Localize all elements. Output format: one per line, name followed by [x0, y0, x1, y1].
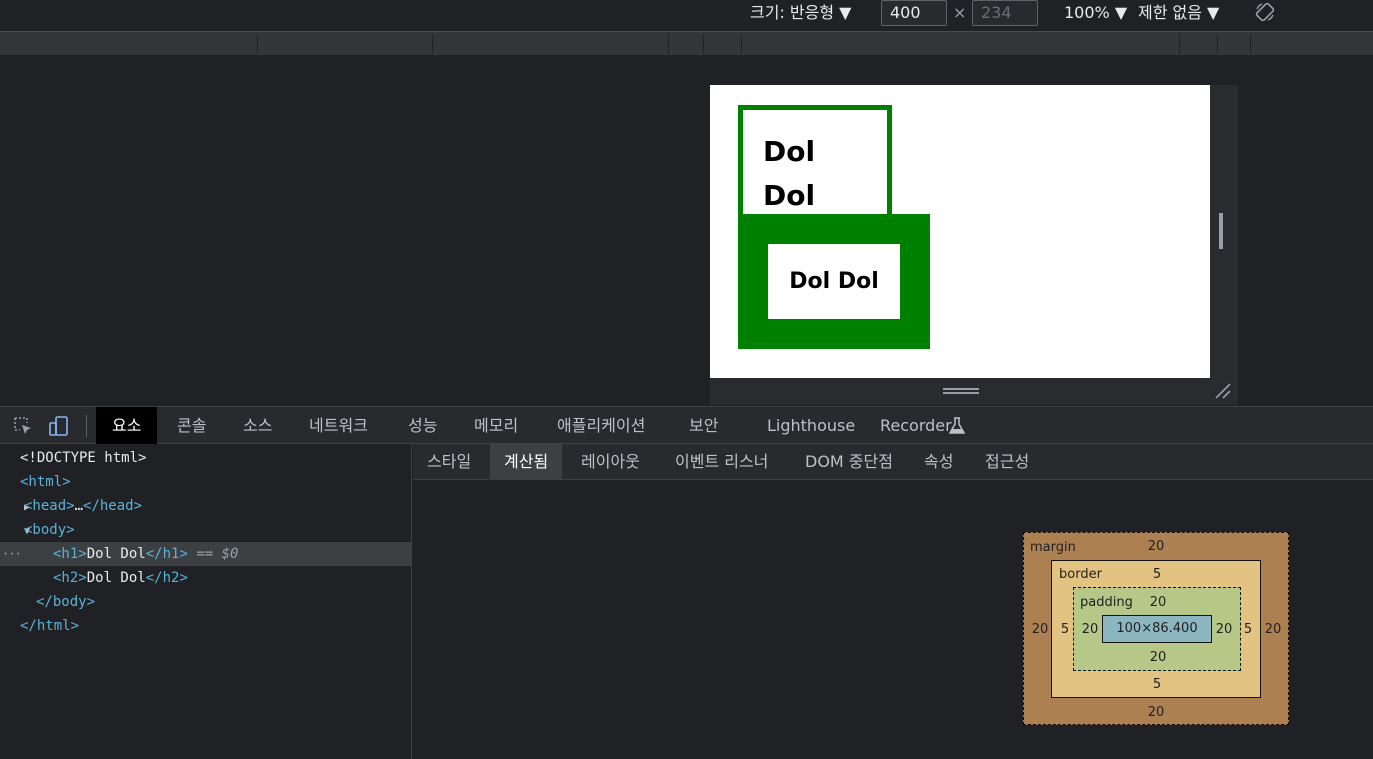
subtab-layout[interactable]: 레이아웃: [567, 444, 654, 479]
tab-lighthouse[interactable]: Lighthouse: [751, 407, 871, 444]
box-model-padding[interactable]: padding 20 20 20 20 100×86.400: [1073, 587, 1241, 671]
padding-label: padding: [1080, 595, 1133, 610]
flask-icon: [949, 417, 965, 434]
doctype-text: <!DOCTYPE html>: [20, 450, 147, 466]
subtab-computed[interactable]: 계산됨: [490, 444, 563, 479]
devtools-tab-bar: 요소 콘솔 소스 네트워크 성능 메모리 애플리케이션 보안 Lighthous…: [0, 406, 1373, 444]
device-toolbar: 크기: 반응형 ▼ 400 × 234 100% ▼ 제한 없음 ▼: [0, 0, 1373, 30]
corner-resize-icon[interactable]: [1214, 382, 1232, 400]
html-open-tag: <html>: [20, 474, 71, 490]
subtab-dom-breakpoints[interactable]: DOM 중단점: [791, 444, 907, 479]
dimensions-dropdown[interactable]: 크기: 반응형 ▼: [750, 3, 851, 23]
border-top-value[interactable]: 5: [1145, 568, 1169, 582]
elements-tree: <!DOCTYPE html> <html> ▶<head>…</head> ▼…: [0, 444, 412, 759]
media-query-bar[interactable]: [0, 31, 1373, 55]
padding-left-value[interactable]: 20: [1078, 623, 1102, 637]
device-toggle-icon[interactable]: [48, 415, 70, 437]
border-bottom-value[interactable]: 5: [1145, 678, 1169, 692]
subtab-event-listeners[interactable]: 이벤트 리스너: [661, 444, 782, 479]
toolbar-divider: [86, 415, 87, 437]
margin-right-value[interactable]: 20: [1261, 623, 1285, 637]
dimension-separator: ×: [953, 3, 967, 22]
dom-node-html[interactable]: <html>: [0, 470, 412, 494]
preview-h2-text: Dol Dol: [789, 269, 879, 294]
padding-top-value[interactable]: 20: [1146, 596, 1170, 610]
dom-node-h1[interactable]: ··· <h1>Dol Dol</h1> == $0: [0, 542, 412, 566]
subtab-accessibility[interactable]: 접근성: [971, 444, 1043, 479]
tab-console[interactable]: 콘솔: [161, 407, 222, 444]
h1-close-tag: </h1>: [145, 546, 188, 562]
dom-node-body[interactable]: ▼<body>: [0, 518, 412, 542]
subtab-styles[interactable]: 스타일: [413, 444, 485, 479]
h1-text-node: Dol Dol: [86, 546, 146, 562]
padding-bottom-value[interactable]: 20: [1146, 651, 1170, 665]
dom-node-body-close[interactable]: </body>: [0, 590, 412, 614]
resize-grip-horizontal[interactable]: [943, 388, 979, 394]
box-model-content[interactable]: 100×86.400: [1102, 615, 1212, 643]
rotate-icon[interactable]: [1254, 1, 1276, 23]
resize-handle-right[interactable]: [1210, 85, 1238, 378]
throttle-dropdown[interactable]: 제한 없음 ▼: [1138, 3, 1219, 23]
expand-triangle-icon[interactable]: ▶: [0, 496, 30, 520]
tab-elements[interactable]: 요소: [96, 407, 158, 444]
more-options-icon[interactable]: ···: [2, 542, 22, 566]
html-close-tag: </html>: [20, 618, 80, 634]
h2-open-tag: <h2>: [53, 570, 87, 586]
tab-security[interactable]: 보안: [673, 407, 734, 444]
dom-node-doctype[interactable]: <!DOCTYPE html>: [0, 446, 412, 470]
styles-sub-tab-bar: 스타일 계산됨 레이아웃 이벤트 리스너 DOM 중단점 속성 접근성: [413, 444, 1373, 480]
padding-right-value[interactable]: 20: [1212, 623, 1236, 637]
page-preview: Dol Dol Dol Dol: [710, 85, 1210, 378]
tab-performance[interactable]: 성능: [392, 407, 453, 444]
preview-h1: Dol Dol: [738, 105, 892, 241]
body-open-tag: <body>: [24, 522, 75, 538]
head-ellipsis[interactable]: …: [75, 498, 83, 514]
h2-close-tag: </h2>: [145, 570, 188, 586]
preview-h1-text: Dol Dol: [763, 135, 816, 212]
dom-node-html-close[interactable]: </html>: [0, 614, 412, 638]
tab-memory[interactable]: 메모리: [458, 407, 534, 444]
h2-text-node: Dol Dol: [86, 570, 146, 586]
tab-network[interactable]: 네트워크: [293, 407, 384, 444]
tab-sources[interactable]: 소스: [227, 407, 288, 444]
resize-grip-vertical[interactable]: [1219, 213, 1223, 249]
collapse-triangle-icon[interactable]: ▼: [0, 520, 30, 544]
head-open-tag: <head>: [24, 498, 75, 514]
tab-application[interactable]: 애플리케이션: [541, 407, 661, 444]
dom-node-head[interactable]: ▶<head>…</head>: [0, 494, 412, 518]
body-close-tag: </body>: [36, 594, 96, 610]
margin-top-value[interactable]: 20: [1144, 540, 1168, 554]
zoom-dropdown[interactable]: 100% ▼: [1064, 3, 1127, 23]
box-model-margin[interactable]: margin 20 20 20 20 border 5 5 5 5 paddin…: [1023, 532, 1289, 725]
selected-marker: == $0: [196, 546, 239, 562]
inspect-icon[interactable]: [12, 415, 34, 437]
margin-label: margin: [1030, 540, 1076, 555]
width-input[interactable]: 400: [881, 0, 947, 26]
border-label: border: [1059, 567, 1102, 582]
head-close-tag: </head>: [83, 498, 143, 514]
height-input[interactable]: 234: [972, 0, 1038, 26]
subtab-properties[interactable]: 속성: [910, 444, 967, 479]
tab-recorder[interactable]: Recorder: [864, 407, 952, 444]
dom-node-h2[interactable]: <h2>Dol Dol</h2>: [0, 566, 412, 590]
margin-bottom-value[interactable]: 20: [1144, 706, 1168, 720]
box-model-border[interactable]: border 5 5 5 5 padding 20 20 20 20 100×8…: [1051, 560, 1261, 698]
margin-left-value[interactable]: 20: [1028, 623, 1052, 637]
